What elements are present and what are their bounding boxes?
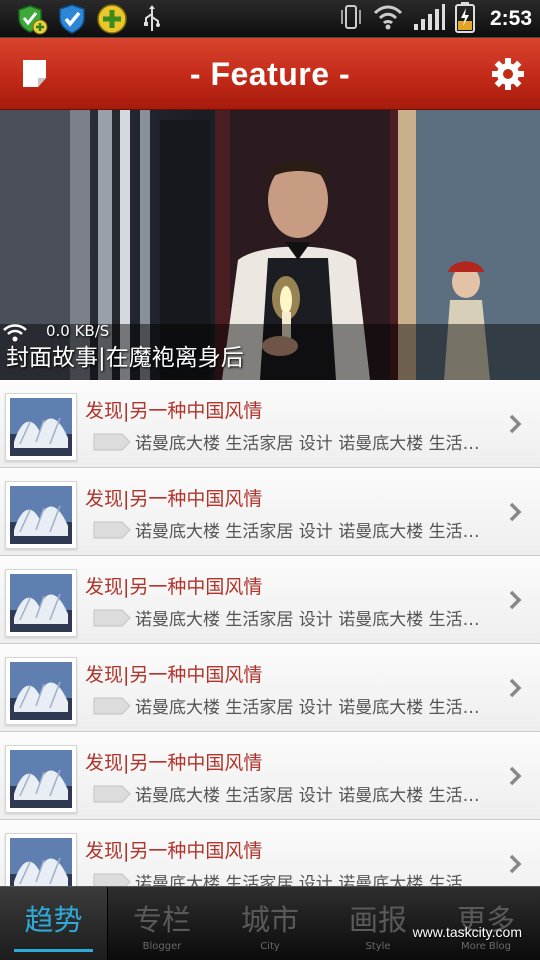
tag-icon bbox=[92, 696, 132, 720]
article-title: 发现|另一种中国风情 bbox=[85, 664, 263, 686]
watermark-text: www.taskcity.com bbox=[412, 924, 522, 940]
tab-sublabel: More Blog bbox=[460, 941, 512, 952]
tab-sublabel: Style bbox=[365, 941, 391, 952]
article-tags: 诺曼底大楼 生活家居 设计 诺曼底大楼 生活家居 bbox=[135, 610, 485, 630]
article-thumbnail bbox=[5, 745, 77, 813]
article-tags: 诺曼底大楼 生活家居 设计 诺曼底大楼 生活家居 bbox=[135, 434, 485, 454]
chevron-right-icon bbox=[508, 853, 522, 879]
article-tags: 诺曼底大楼 生活家居 设计 诺曼底大楼 生活家居 bbox=[135, 698, 485, 718]
tab-city[interactable]: 城市 City bbox=[216, 887, 324, 960]
tag-icon bbox=[92, 872, 132, 886]
article-title: 发现|另一种中国风情 bbox=[85, 840, 263, 862]
page-title: - Feature - bbox=[189, 56, 351, 92]
list-item[interactable]: 发现|另一种中国风情 诺曼底大楼 生活家居 设计 诺曼底大楼 生活家居 bbox=[0, 468, 540, 556]
article-thumbnail bbox=[5, 569, 77, 637]
wifi-icon bbox=[372, 2, 404, 36]
cover-story-banner[interactable]: 0.0 KB/S 封面故事|在魔袍离身后 bbox=[0, 110, 540, 380]
chevron-right-icon bbox=[508, 589, 522, 615]
chevron-right-icon bbox=[508, 765, 522, 791]
article-list[interactable]: 发现|另一种中国风情 诺曼底大楼 生活家居 设计 诺曼底大楼 生活家居 发现|另… bbox=[0, 380, 540, 886]
tab-sublabel: City bbox=[260, 941, 280, 952]
usb-icon bbox=[136, 3, 168, 35]
active-indicator bbox=[14, 949, 93, 952]
tag-icon bbox=[92, 784, 132, 808]
tag-icon bbox=[92, 608, 132, 632]
bottom-tab-bar: 趋势 专栏 Blogger 城市 City 画报 Style 更多 More B… bbox=[0, 886, 540, 960]
title-bar: - Feature - bbox=[0, 38, 540, 110]
list-item[interactable]: 发现|另一种中国风情 诺曼底大楼 生活家居 设计 诺曼底大楼 生活家居 bbox=[0, 820, 540, 886]
tag-icon bbox=[92, 432, 132, 456]
article-thumbnail bbox=[5, 833, 77, 886]
article-thumbnail bbox=[5, 657, 77, 725]
article-thumbnail bbox=[5, 481, 77, 549]
list-item[interactable]: 发现|另一种中国风情 诺曼底大楼 生活家居 设计 诺曼底大楼 生活家居 bbox=[0, 556, 540, 644]
vibrate-icon bbox=[338, 2, 364, 36]
article-tags: 诺曼底大楼 生活家居 设计 诺曼底大楼 生活家居 bbox=[135, 522, 485, 542]
chevron-right-icon bbox=[508, 501, 522, 527]
article-title: 发现|另一种中国风情 bbox=[85, 576, 263, 598]
article-thumbnail bbox=[5, 393, 77, 461]
list-item[interactable]: 发现|另一种中国风情 诺曼底大楼 生活家居 设计 诺曼底大楼 生活家居 bbox=[0, 380, 540, 468]
article-tags: 诺曼底大楼 生活家居 设计 诺曼底大楼 生活家居 bbox=[135, 786, 485, 806]
tab-sublabel: Blogger bbox=[142, 941, 182, 952]
clock: 2:53 bbox=[489, 7, 532, 30]
list-item[interactable]: 发现|另一种中国风情 诺曼底大楼 生活家居 设计 诺曼底大楼 生活家居 bbox=[0, 644, 540, 732]
tab-label: 趋势 bbox=[24, 903, 83, 937]
chevron-right-icon bbox=[508, 413, 522, 439]
article-title: 发现|另一种中国风情 bbox=[85, 400, 263, 422]
shield-check-icon bbox=[56, 3, 88, 35]
article-title: 发现|另一种中国风情 bbox=[85, 488, 263, 510]
battery-icon bbox=[454, 1, 476, 37]
plus-circle-icon bbox=[96, 3, 128, 35]
signal-icon bbox=[412, 2, 446, 36]
tab-blogger[interactable]: 专栏 Blogger bbox=[108, 887, 216, 960]
tag-icon bbox=[92, 520, 132, 544]
shield-plus-icon bbox=[16, 3, 48, 35]
tab-label: 专栏 bbox=[132, 903, 191, 937]
article-tags: 诺曼底大楼 生活家居 设计 诺曼底大楼 生活家居 bbox=[135, 874, 485, 886]
list-item[interactable]: 发现|另一种中国风情 诺曼底大楼 生活家居 设计 诺曼底大楼 生活家居 bbox=[0, 732, 540, 820]
status-bar: 2:53 bbox=[0, 0, 540, 38]
cover-story-caption: 封面故事|在魔袍离身后 bbox=[6, 345, 244, 371]
article-title: 发现|另一种中国风情 bbox=[85, 752, 263, 774]
tab-trends[interactable]: 趋势 bbox=[0, 887, 108, 960]
gear-icon[interactable] bbox=[490, 56, 526, 92]
chevron-right-icon bbox=[508, 677, 522, 703]
tab-label: 城市 bbox=[240, 903, 299, 937]
